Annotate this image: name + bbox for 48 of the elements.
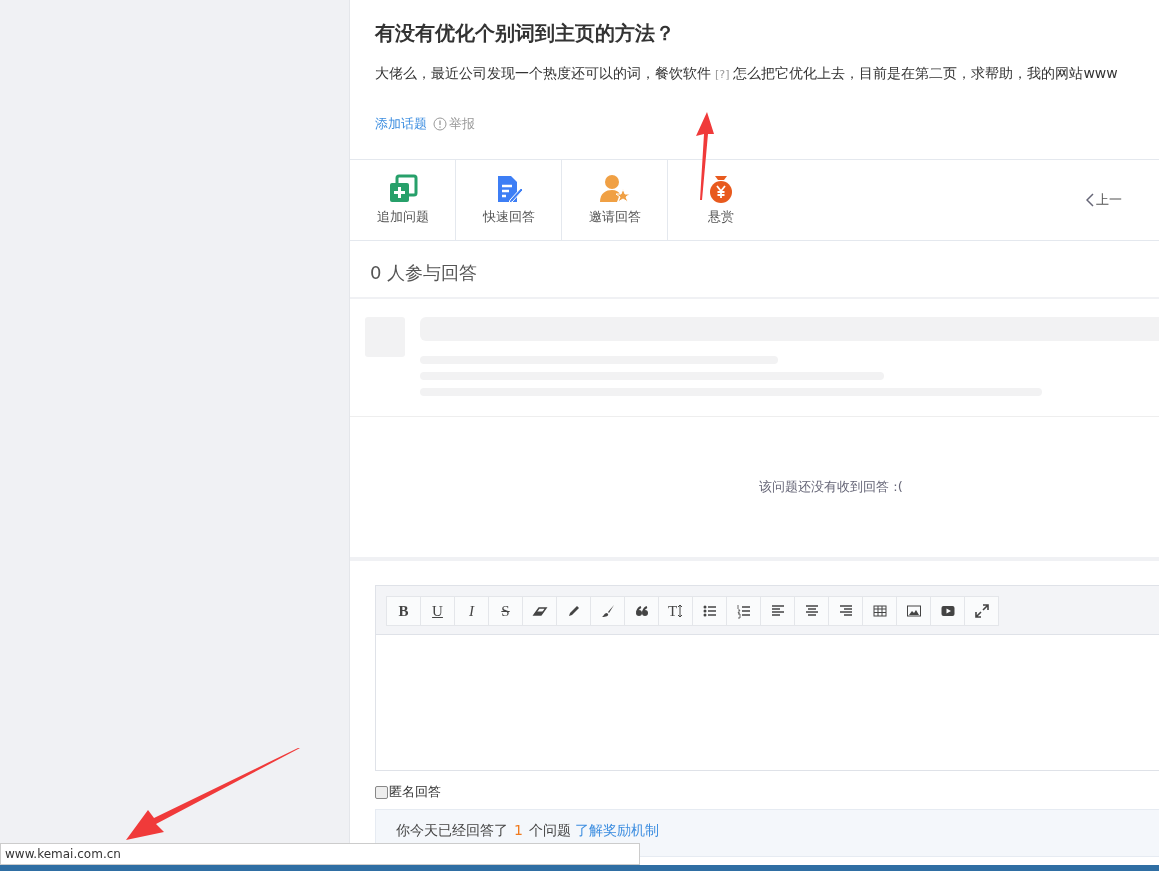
anonymous-label: 匿名回答 bbox=[389, 783, 441, 801]
image-button[interactable] bbox=[896, 596, 931, 626]
answer-count: 0 人参与回答 bbox=[350, 241, 1159, 299]
bullet-list-button[interactable] bbox=[692, 596, 727, 626]
table-icon bbox=[871, 603, 888, 619]
numbered-list-icon bbox=[735, 603, 752, 619]
question-body: 大佬么，最近公司发现一个热度还可以的词，餐饮软件 [?] 怎么把它优化上去，目前是在第二页，求帮助，我的网站www bbox=[375, 65, 1119, 83]
pencil-button[interactable] bbox=[556, 596, 591, 626]
add-topic-link[interactable]: 添加话题 bbox=[375, 115, 427, 133]
add-copy-icon bbox=[387, 174, 418, 204]
video-button[interactable] bbox=[930, 596, 965, 626]
chevron-left-icon bbox=[1086, 193, 1094, 207]
align-center-button[interactable] bbox=[794, 596, 829, 626]
align-left-button[interactable] bbox=[760, 596, 795, 626]
bullet-list-icon bbox=[701, 603, 718, 619]
empty-message: 该问题还没有收到回答 :( bbox=[759, 478, 903, 496]
eraser-button[interactable] bbox=[522, 596, 557, 626]
table-button[interactable] bbox=[862, 596, 897, 626]
question-title: 有没有优化个别词到主页的方法？ bbox=[375, 20, 676, 47]
fullscreen-icon bbox=[973, 603, 990, 619]
action-button[interactable]: 快速回答 bbox=[456, 160, 562, 240]
answer-editor[interactable]: B U I S T bbox=[375, 585, 1159, 771]
numbered-list-button[interactable] bbox=[726, 596, 761, 626]
quote-button[interactable] bbox=[624, 596, 659, 626]
money-bag-icon bbox=[707, 174, 735, 204]
anonymous-checkbox[interactable] bbox=[375, 785, 388, 799]
align-left-icon bbox=[769, 603, 786, 619]
status-url: www.kemai.com.cn bbox=[0, 843, 640, 865]
bold-button[interactable]: B bbox=[386, 596, 421, 626]
fullscreen-button[interactable] bbox=[964, 596, 999, 626]
action-button[interactable]: 悬赏 bbox=[668, 160, 774, 240]
video-icon bbox=[939, 603, 956, 619]
person-star-icon bbox=[598, 174, 631, 204]
up-down-arrow-icon bbox=[677, 604, 684, 618]
previous-link[interactable]: 上一 bbox=[1086, 191, 1122, 209]
action-button[interactable]: 邀请回答 bbox=[562, 160, 668, 240]
quote-icon bbox=[633, 603, 650, 619]
action-button[interactable]: 追加问题 bbox=[350, 160, 456, 240]
info-icon bbox=[433, 117, 447, 131]
answer-notice: 你今天已经回答了 1 个问题 了解奖励机制 bbox=[375, 809, 1159, 857]
text-size-button[interactable]: T bbox=[658, 596, 693, 626]
align-right-button[interactable] bbox=[828, 596, 863, 626]
align-right-icon bbox=[837, 603, 854, 619]
align-center-icon bbox=[803, 603, 820, 619]
underline-button[interactable]: U bbox=[420, 596, 455, 626]
strikethrough-button[interactable]: S bbox=[488, 596, 523, 626]
image-icon bbox=[905, 603, 922, 619]
italic-button[interactable]: I bbox=[454, 596, 489, 626]
